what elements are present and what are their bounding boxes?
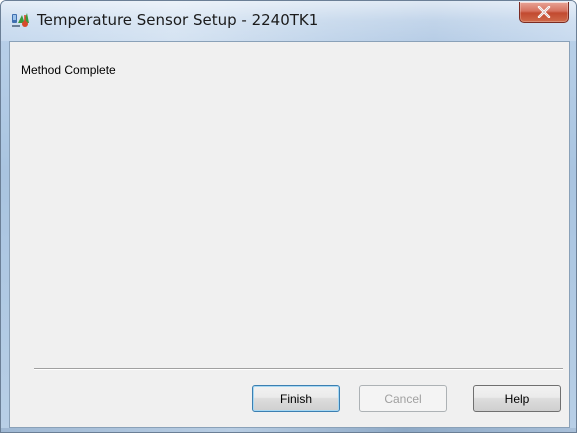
close-button[interactable] xyxy=(519,2,569,23)
dialog-window: Temperature Sensor Setup - 2240TK1 Metho… xyxy=(0,0,577,433)
dialog-client-area: Method Complete Finish Cancel Help xyxy=(9,41,570,428)
cancel-button[interactable]: Cancel xyxy=(359,385,447,412)
close-icon xyxy=(537,6,551,18)
finish-button[interactable]: Finish xyxy=(252,385,340,412)
help-button[interactable]: Help xyxy=(473,385,561,412)
sensor-setup-app-icon xyxy=(11,11,31,29)
button-separator xyxy=(34,368,563,370)
status-label: Method Complete xyxy=(21,63,116,77)
title-bar[interactable]: Temperature Sensor Setup - 2240TK1 xyxy=(1,1,576,41)
window-bottom-border xyxy=(1,428,576,432)
window-title: Temperature Sensor Setup - 2240TK1 xyxy=(37,11,319,29)
